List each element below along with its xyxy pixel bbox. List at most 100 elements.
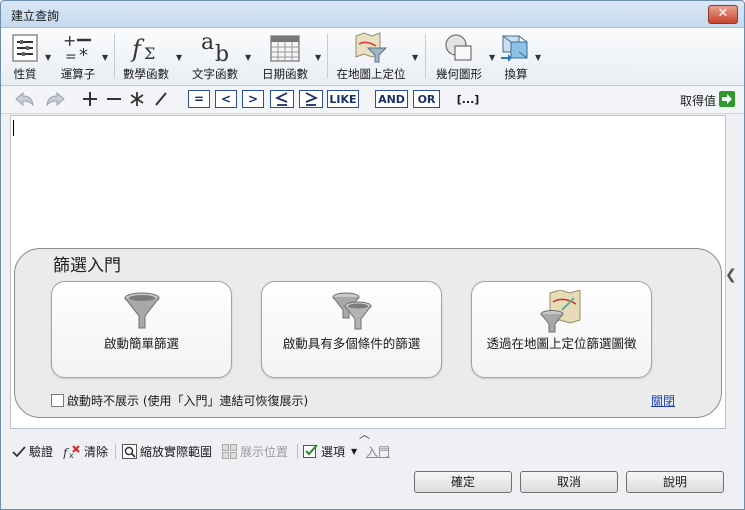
- verify-button[interactable]: 驗證: [12, 443, 53, 460]
- window-title: 建立查詢: [11, 9, 60, 23]
- math-functions-label: 數學函數: [123, 67, 169, 81]
- zoom-to-extent-button[interactable]: 縮放實際範圍: [122, 443, 212, 460]
- cancel-button[interactable]: 取消: [520, 471, 618, 493]
- funnel-icon: [52, 290, 231, 332]
- dont-show-label: 啟動時不展示 (使用「入門」連結可恢復展示): [67, 394, 309, 408]
- operator-toolbar: = < > LIKE AND OR [...] 取得值: [1, 86, 744, 114]
- geometry-label: 幾何圖形: [436, 67, 482, 81]
- svg-text:+: +: [63, 33, 76, 50]
- brackets-button[interactable]: [...]: [456, 89, 480, 109]
- ribbon-toolbar: 性質 ▼ + = * 運算子 ▼ fΣ 數學函數 ▼ ab 文字函數 ▼ 日期函…: [1, 28, 744, 86]
- map-filter-card[interactable]: 透過在地圖上定位篩選圖徵: [471, 281, 652, 378]
- zoom-magnifier-icon: [122, 444, 137, 459]
- bottom-toolbar: 驗證 fx 清除 縮放實際範圍 展示位置 選項 ▼ 入門: [1, 440, 744, 462]
- checkmark-icon: [12, 445, 26, 458]
- text-function-icon: ab: [188, 32, 242, 64]
- math-functions-button[interactable]: fΣ 數學函數: [119, 30, 173, 82]
- text-dropdown-icon[interactable]: ▼: [245, 53, 251, 62]
- operators-label: 運算子: [60, 67, 96, 81]
- map-filter-icon: [333, 32, 409, 64]
- operators-button[interactable]: + = * 運算子: [55, 30, 101, 82]
- minus-icon[interactable]: [104, 89, 124, 109]
- svg-text:=: =: [65, 49, 77, 63]
- ok-button[interactable]: 確定: [414, 471, 512, 493]
- divide-icon[interactable]: [151, 89, 171, 109]
- or-button[interactable]: OR: [413, 90, 440, 108]
- equals-button[interactable]: =: [188, 90, 210, 108]
- date-functions-label: 日期函數: [262, 67, 308, 81]
- expand-side-panel-chevron-icon[interactable]: ❮: [725, 267, 737, 283]
- options-button[interactable]: 選項 ▼: [303, 443, 357, 460]
- convert-dropdown-icon[interactable]: ▼: [535, 53, 541, 62]
- close-window-button[interactable]: ✕: [708, 5, 738, 24]
- get-values-arrow-icon[interactable]: [719, 91, 735, 107]
- convert-label: 換算: [504, 67, 528, 81]
- clear-label: 清除: [84, 445, 109, 459]
- calendar-icon: [258, 32, 312, 64]
- convert-button[interactable]: 換算: [497, 30, 535, 82]
- text-functions-label: 文字函數: [192, 67, 238, 81]
- create-query-dialog: 建立查詢 ✕ 性質 ▼ + = * 運算子 ▼ fΣ 數學函數 ▼ a b 文字…: [0, 0, 745, 510]
- undo-icon[interactable]: [14, 89, 36, 109]
- show-location-button[interactable]: 展示位置: [222, 443, 288, 460]
- locate-on-map-label: 在地圖上定位: [336, 67, 406, 81]
- get-values-button[interactable]: 取得值: [680, 92, 716, 109]
- less-equal-icon: [275, 92, 288, 106]
- greater-than-button[interactable]: >: [242, 90, 264, 108]
- dont-show-checkbox[interactable]: [51, 394, 64, 407]
- zoom-to-extent-label: 縮放實際範圍: [140, 445, 213, 459]
- date-dropdown-icon[interactable]: ▼: [315, 53, 321, 62]
- geometry-button[interactable]: 幾何圖形: [431, 30, 487, 82]
- simple-filter-card[interactable]: 啟動簡單篩選: [51, 281, 232, 378]
- convert-cube-icon: [497, 32, 535, 64]
- svg-text:f: f: [130, 35, 145, 63]
- like-button[interactable]: LIKE: [327, 90, 359, 108]
- text-functions-button[interactable]: ab 文字函數: [188, 30, 242, 82]
- clear-button[interactable]: fx 清除: [63, 443, 108, 460]
- close-getting-started-link[interactable]: 關閉: [651, 392, 675, 409]
- operators-dropdown-icon[interactable]: ▼: [102, 53, 108, 62]
- map-filter-label: 透過在地圖上定位篩選圖徵: [486, 336, 637, 351]
- clear-function-icon: fx: [63, 444, 81, 459]
- map-funnel-icon: [472, 290, 651, 333]
- getting-started-link[interactable]: 入門: [366, 443, 390, 460]
- math-dropdown-icon[interactable]: ▼: [176, 53, 182, 62]
- date-functions-button[interactable]: 日期函數: [258, 30, 312, 82]
- multiple-funnels-icon: [262, 290, 441, 332]
- math-function-icon: fΣ: [119, 32, 173, 64]
- greater-equal-icon: [305, 92, 318, 106]
- title-bar: 建立查詢 ✕: [1, 1, 744, 28]
- options-dropdown-icon[interactable]: ▼: [351, 447, 357, 456]
- bottom-divider: [115, 444, 116, 459]
- greater-equal-button[interactable]: [299, 90, 323, 108]
- properties-button[interactable]: 性質: [7, 30, 43, 82]
- less-than-button[interactable]: <: [215, 90, 237, 108]
- options-checkbox-icon: [303, 444, 318, 459]
- text-cursor: [13, 120, 14, 136]
- show-location-icon: [222, 444, 237, 459]
- show-location-label: 展示位置: [240, 445, 289, 459]
- locate-dropdown-icon[interactable]: ▼: [412, 53, 418, 62]
- redo-icon[interactable]: [44, 89, 66, 109]
- get-values-label: 取得值: [679, 94, 716, 108]
- simple-filter-label: 啟動簡單篩選: [103, 336, 179, 351]
- properties-dropdown-icon[interactable]: ▼: [45, 53, 51, 62]
- bottom-divider: [297, 444, 298, 459]
- less-equal-button[interactable]: [270, 90, 294, 108]
- geometry-shapes-icon: [431, 32, 487, 64]
- getting-started-panel: 篩選入門 啟動簡單篩選 啟動具有多個條件的篩選 透過在地圖上定位篩選圖徵 啟動時…: [14, 248, 722, 418]
- geometry-dropdown-icon[interactable]: ▼: [489, 53, 495, 62]
- svg-text:a: a: [201, 32, 214, 55]
- multi-condition-filter-card[interactable]: 啟動具有多個條件的篩選: [261, 281, 442, 378]
- and-button[interactable]: AND: [375, 90, 408, 108]
- multiply-icon[interactable]: [127, 89, 147, 109]
- help-button[interactable]: 說明: [626, 471, 724, 493]
- operators-icon: + = *: [55, 32, 101, 64]
- properties-icon: [7, 32, 43, 64]
- plus-icon[interactable]: [80, 89, 100, 109]
- getting-started-title: 篩選入門: [53, 256, 121, 276]
- locate-on-map-button[interactable]: 在地圖上定位: [333, 30, 409, 82]
- svg-text:*: *: [79, 45, 88, 63]
- options-label: 選項: [321, 445, 346, 459]
- ribbon-divider: [114, 34, 115, 78]
